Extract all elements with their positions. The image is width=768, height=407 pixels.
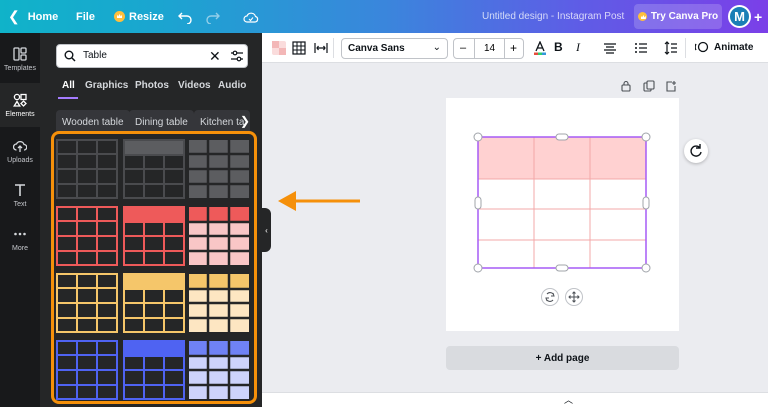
avatar[interactable]: M [728, 5, 751, 28]
animate-label: Animate [714, 41, 754, 53]
text-color-icon[interactable] [533, 40, 547, 55]
resize-label: Resize [129, 10, 164, 23]
file-menu-button[interactable]: File [76, 0, 95, 33]
list-icon[interactable] [634, 41, 648, 55]
crown-icon [114, 11, 125, 22]
chevron-down-icon: ⌄ [432, 42, 441, 53]
search-input[interactable]: Table ✕ [56, 44, 248, 68]
increase-size-button[interactable]: + [510, 41, 517, 55]
search-icon [64, 50, 76, 62]
font-size-value[interactable]: 14 [474, 39, 505, 58]
search-value: Table [83, 50, 107, 61]
close-icon[interactable]: ✕ [209, 48, 221, 64]
table-thumbnail-red-header[interactable] [123, 206, 185, 266]
rail-label: Uploads [7, 156, 33, 164]
color-swatch-icon[interactable] [272, 41, 286, 55]
table-thumbnails [56, 139, 249, 400]
upload-icon [13, 140, 27, 152]
text-icon [15, 183, 25, 196]
design-page[interactable] [446, 98, 679, 331]
font-name: Canva Sans [348, 43, 405, 54]
tab-all[interactable]: All [62, 80, 75, 91]
active-tab-indicator [58, 97, 78, 99]
decrease-size-button[interactable]: – [460, 42, 466, 54]
table-grid-icon[interactable] [292, 41, 306, 55]
chevron-right-icon[interactable]: ❯ [240, 114, 250, 128]
undo-icon[interactable] [178, 0, 192, 33]
rotate-icon[interactable] [541, 288, 559, 306]
spacing-icon[interactable] [664, 41, 678, 55]
rail-item-more[interactable]: More [0, 217, 40, 261]
refresh-icon[interactable] [684, 139, 708, 163]
resize-button[interactable]: Resize [114, 0, 164, 33]
home-label: Home [27, 10, 59, 23]
plus-icon[interactable]: + [754, 0, 762, 33]
duplicate-icon[interactable] [643, 79, 657, 93]
redo-icon[interactable] [206, 0, 220, 33]
table-thumbnail-dark-filled[interactable] [189, 140, 249, 198]
add-page-button[interactable]: + Add page [446, 346, 679, 370]
left-rail: Templates Elements Uploads Text More [0, 33, 40, 407]
animate-icon [695, 41, 709, 53]
collapse-panel-button[interactable]: ‹ [262, 208, 271, 252]
chevron-left-icon: ❮ [8, 8, 20, 24]
toolbar-divider [685, 38, 686, 58]
annotation-arrow [278, 191, 360, 211]
rail-item-uploads[interactable]: Uploads [0, 129, 40, 173]
elements-icon [13, 93, 27, 107]
animate-button[interactable]: Animate [695, 40, 753, 54]
move-icon[interactable] [565, 288, 583, 306]
toolbar-divider [333, 38, 334, 58]
filter-icon[interactable] [231, 50, 243, 62]
table-thumbnail-yellow-header[interactable] [123, 273, 185, 333]
chevron-up-icon[interactable]: ︿ [564, 393, 573, 406]
tab-graphics[interactable]: Graphics [85, 80, 128, 91]
tab-videos[interactable]: Videos [178, 80, 211, 91]
table-thumbnail-blue-plain[interactable] [56, 340, 118, 400]
home-button[interactable]: ❮ Home [8, 0, 58, 33]
table-thumbnail-dark-header[interactable] [123, 139, 185, 199]
italic-icon[interactable]: I [576, 40, 580, 55]
elements-panel: Table ✕ All Graphics Photos Videos Audio… [40, 33, 262, 407]
document-title[interactable]: Untitled design - Instagram Post [482, 0, 624, 33]
try-pro-label: Try Canva Pro [650, 11, 719, 22]
rail-item-templates[interactable]: Templates [0, 37, 40, 81]
font-size-stepper[interactable]: – 14 + [453, 38, 524, 59]
crown-icon [637, 12, 647, 21]
rail-item-elements[interactable]: Elements [0, 83, 40, 127]
selected-table[interactable] [446, 98, 679, 331]
table-thumbnail-red-plain[interactable] [56, 206, 118, 266]
cloud-save-icon[interactable] [243, 0, 259, 33]
more-icon [14, 232, 26, 235]
add-page-icon[interactable] [665, 79, 679, 93]
table-thumbnail-dark-plain[interactable] [56, 139, 118, 199]
try-canva-pro-button[interactable]: Try Canva Pro [634, 4, 722, 29]
templates-icon [13, 46, 27, 61]
column-width-icon[interactable] [314, 41, 328, 55]
font-family-select[interactable]: Canva Sans ⌄ [341, 38, 448, 59]
table-thumbnail-red-filled[interactable] [189, 207, 249, 265]
lock-icon[interactable] [620, 79, 634, 93]
bottom-bar: ︿ [262, 392, 768, 407]
rail-label: Elements [5, 110, 35, 118]
rail-label: Templates [4, 64, 36, 72]
tab-audio[interactable]: Audio [218, 80, 246, 91]
table-thumbnail-yellow-filled[interactable] [189, 274, 249, 332]
table-thumbnail-yellow-plain[interactable] [56, 273, 118, 333]
table-thumbnail-blue-filled[interactable] [189, 341, 249, 399]
align-center-icon[interactable] [603, 41, 617, 55]
table-results-grid [51, 131, 257, 404]
bold-icon[interactable]: B [554, 40, 563, 54]
top-bar: ❮ Home File Resize Untitled design - Ins… [0, 0, 768, 33]
rail-item-text[interactable]: Text [0, 173, 40, 217]
table-thumbnail-blue-header[interactable] [123, 340, 185, 400]
rail-label: More [12, 244, 28, 252]
rail-label: Text [13, 200, 27, 208]
tab-photos[interactable]: Photos [135, 80, 169, 91]
